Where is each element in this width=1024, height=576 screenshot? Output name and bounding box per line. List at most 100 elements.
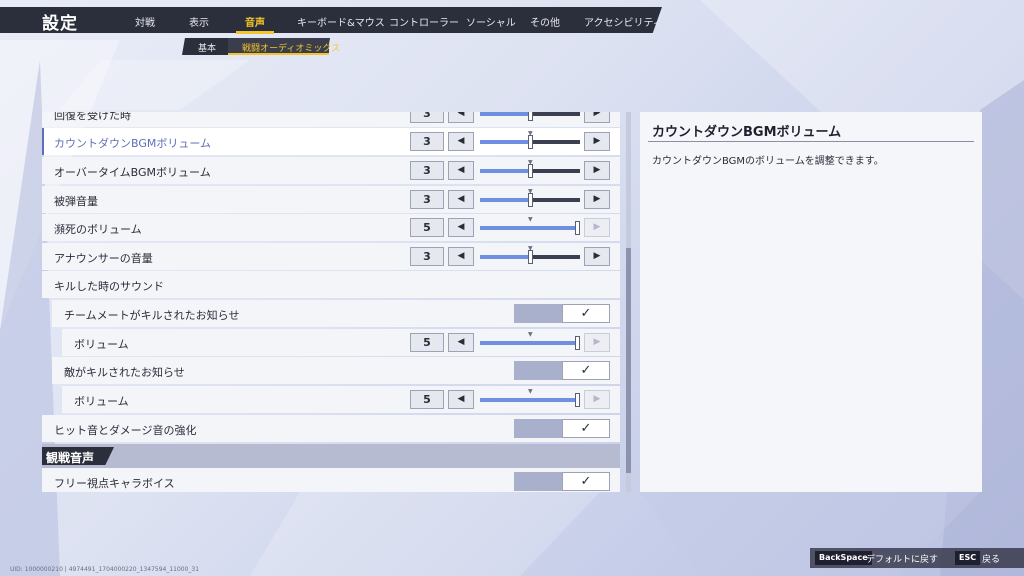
setting-label: アナウンサーの音量 [54,252,153,265]
subtab-combat-audio-mix[interactable]: 戦闘オーディオミックス [242,41,340,54]
increase-button[interactable]: ▶ [584,161,610,180]
slider-thumb[interactable] [528,193,533,207]
volume-slider[interactable]: ▼ [480,386,580,413]
backspace-key-hint[interactable]: BackSpace [815,551,872,565]
description-text: カウントダウンBGMのボリュームを調整できます。 [652,156,884,167]
decrease-button[interactable]: ◀ [448,218,474,237]
slider-setting-row[interactable]: ボリューム 5 ◀ ▼ ▶ [62,386,620,413]
selection-marker [42,128,44,155]
volume-slider[interactable]: ▼ [480,157,580,184]
setting-label: 被弾音量 [54,195,98,208]
slider-thumb[interactable] [575,221,580,235]
check-icon: ✓ [562,472,610,491]
increase-button[interactable]: ▶ [584,390,610,409]
decrease-button[interactable]: ◀ [448,333,474,352]
page-title: 設定 [42,14,78,34]
decrease-button[interactable]: ◀ [448,190,474,209]
volume-slider[interactable]: ▼ [480,112,580,127]
volume-slider[interactable]: ▼ [480,214,580,241]
reset-default-label[interactable]: デフォルトに戻す [866,552,938,565]
check-icon: ✓ [562,361,610,380]
decrease-button[interactable]: ◀ [448,132,474,151]
setting-value: 3 [410,161,444,180]
setting-value: 3 [410,112,444,123]
scrollbar-thumb[interactable] [626,248,631,473]
increase-button[interactable]: ▶ [584,112,610,123]
slider-thumb[interactable] [575,336,580,350]
slider-thumb[interactable] [528,250,533,264]
section-header-spectator-audio: 観戦音声 [42,444,620,468]
setting-label: キルした時のサウンド [54,280,164,293]
decrease-button[interactable]: ◀ [448,247,474,266]
tab-social[interactable]: ソーシャル [466,14,516,29]
setting-label: ボリューム [74,338,129,351]
active-tab-indicator [236,31,274,34]
description-title: カウントダウンBGMボリューム [652,125,842,140]
volume-slider[interactable]: ▼ [480,128,580,155]
slider-fill [480,112,530,116]
toggle-switch[interactable]: ✓ [514,419,610,438]
slider-setting-row[interactable]: カウントダウンBGMボリューム 3 ◀ ▼ ▶ [42,128,620,155]
tab-audio[interactable]: 音声 [245,14,265,29]
decrease-button[interactable]: ◀ [448,390,474,409]
setting-label: オーバータイムBGMボリューム [54,166,211,179]
increase-button[interactable]: ▶ [584,190,610,209]
decrease-button[interactable]: ◀ [448,161,474,180]
group-header-row[interactable]: キルした時のサウンド [42,271,620,298]
setting-value: 3 [410,190,444,209]
tab-controller[interactable]: コントローラー [389,14,459,29]
description-divider [648,141,974,142]
toggle-setting-row[interactable]: チームメートがキルされたお知らせ ✓ [52,300,620,327]
setting-label: フリー視点キャラボイス [54,477,175,490]
subtab-basic[interactable]: 基本 [198,41,216,54]
slider-thumb[interactable] [528,135,533,149]
setting-value: 3 [410,247,444,266]
tab-battle[interactable]: 対戦 [135,14,155,29]
toggle-setting-row[interactable]: 敵がキルされたお知らせ ✓ [52,357,620,384]
toggle-setting-row[interactable]: ヒット音とダメージ音の強化 ✓ [42,415,620,442]
volume-slider[interactable]: ▼ [480,329,580,356]
tab-display[interactable]: 表示 [189,14,209,29]
increase-button[interactable]: ▶ [584,132,610,151]
tab-accessibility[interactable]: アクセシビリティ [584,14,663,29]
toggle-setting-row[interactable]: フリー視点キャラボイス ✓ [42,468,620,492]
setting-value: 3 [410,132,444,151]
slider-fill [480,226,580,230]
setting-value: 5 [410,218,444,237]
uid-text: UID: 1000000210 | 4974491_1704000220_134… [10,566,200,573]
slider-setting-row[interactable]: オーバータイムBGMボリューム 3 ◀ ▼ ▶ [42,157,620,184]
slider-setting-row[interactable]: 瀕死のボリューム 5 ◀ ▼ ▶ [42,214,620,241]
volume-slider[interactable]: ▼ [480,186,580,213]
slider-thumb[interactable] [528,164,533,178]
slider-setting-row[interactable]: アナウンサーの音量 3 ◀ ▼ ▶ [42,243,620,270]
increase-button[interactable]: ▶ [584,218,610,237]
default-marker-icon: ▼ [528,331,533,338]
slider-setting-row[interactable]: 被弾音量 3 ◀ ▼ ▶ [42,186,620,213]
increase-button[interactable]: ▶ [584,333,610,352]
increase-button[interactable]: ▶ [584,247,610,266]
setting-label: ボリューム [74,395,129,408]
slider-setting-row[interactable]: ボリューム 5 ◀ ▼ ▶ [62,329,620,356]
slider-thumb[interactable] [528,112,533,121]
check-icon: ✓ [562,419,610,438]
slider-thumb[interactable] [575,393,580,407]
toggle-switch[interactable]: ✓ [514,304,610,323]
slider-fill [480,255,530,259]
slider-fill [480,198,530,202]
setting-label: 敵がキルされたお知らせ [64,366,185,379]
volume-slider[interactable]: ▼ [480,243,580,270]
esc-key-hint[interactable]: ESC [955,551,981,565]
default-marker-icon: ▼ [528,388,533,395]
tab-keyboard-mouse[interactable]: キーボード&マウス [297,14,385,29]
back-label[interactable]: 戻る [982,552,1000,565]
setting-value: 5 [410,333,444,352]
toggle-switch[interactable]: ✓ [514,472,610,491]
slider-fill [480,169,530,173]
slider-fill [480,140,530,144]
decrease-button[interactable]: ◀ [448,112,474,123]
slider-setting-row[interactable]: 回復を受けた時 3 ◀ ▼ ▶ [42,112,620,127]
section-label: 観戦音声 [46,451,95,465]
setting-label: カウントダウンBGMボリューム [54,137,212,150]
tab-other[interactable]: その他 [530,14,560,29]
toggle-switch[interactable]: ✓ [514,361,610,380]
